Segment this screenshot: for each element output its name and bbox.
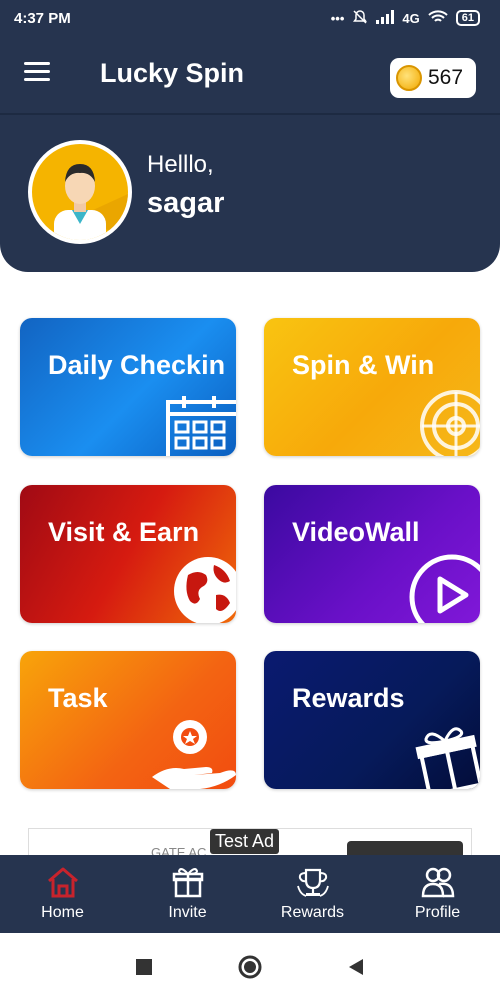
gift-icon <box>415 727 480 789</box>
card-label: Rewards <box>292 683 405 713</box>
card-videowall[interactable]: VideoWall <box>264 485 480 623</box>
nav-label: Home <box>41 904 84 921</box>
card-label: Daily Checkin <box>48 350 226 380</box>
app-title: Lucky Spin <box>100 58 245 88</box>
recents-icon[interactable] <box>135 958 153 976</box>
hand-badge-icon <box>152 720 236 789</box>
wheel-icon <box>420 390 480 456</box>
card-visit-earn[interactable]: Visit & Earn <box>20 485 236 623</box>
nav-label: Invite <box>168 904 207 921</box>
greeting: Helllo, <box>147 151 214 178</box>
status-time: 4:37 PM <box>14 9 71 27</box>
test-ad-badge: Test Ad <box>210 829 280 854</box>
play-icon <box>409 554 480 623</box>
status-bar: 4:37 PM ••• 4G 61 <box>0 0 500 36</box>
globe-icon <box>174 557 236 623</box>
nav-invite[interactable]: Invite <box>125 855 250 933</box>
nav-label: Rewards <box>280 904 345 921</box>
home-circle-icon[interactable] <box>237 954 263 980</box>
card-task[interactable]: Task <box>20 651 236 789</box>
card-rewards[interactable]: Rewards <box>264 651 480 789</box>
menu-icon[interactable] <box>24 62 52 84</box>
card-label: Task <box>48 683 108 713</box>
mute-bell-icon <box>352 9 368 28</box>
header: Lucky Spin 567 Helllo, sagar <box>0 36 500 272</box>
nav-home[interactable]: Home <box>0 855 125 933</box>
card-label: Spin & Win <box>292 350 435 380</box>
nav-profile[interactable]: Profile <box>375 855 500 933</box>
status-icons: ••• 4G 61 <box>331 9 480 28</box>
avatar[interactable] <box>28 140 132 244</box>
trophy-icon <box>296 868 329 897</box>
network-type: 4G <box>402 10 420 26</box>
nav-label: Profile <box>414 904 461 921</box>
card-label: Visit & Earn <box>48 517 200 547</box>
nav-rewards[interactable]: Rewards <box>250 855 375 933</box>
home-icon <box>47 867 78 898</box>
gift-icon <box>172 868 203 898</box>
username: sagar <box>147 187 225 219</box>
bottom-nav: Home Invite Rewards Profile <box>0 855 500 933</box>
header-divider <box>0 113 500 115</box>
wifi-icon <box>428 9 448 27</box>
more-dots-icon: ••• <box>330 10 345 26</box>
coin-icon <box>396 65 422 91</box>
users-icon <box>421 867 454 898</box>
coin-balance[interactable]: 567 <box>390 58 476 98</box>
signal-icon <box>376 9 395 27</box>
battery-icon: 61 <box>455 10 480 26</box>
card-daily-checkin[interactable]: Daily Checkin <box>20 318 236 456</box>
card-spin-win[interactable]: Spin & Win <box>264 318 480 456</box>
coin-value: 567 <box>428 66 464 89</box>
calendar-icon <box>166 396 236 456</box>
card-label: VideoWall <box>292 517 420 547</box>
system-nav-bar <box>0 933 500 1000</box>
back-icon[interactable] <box>347 958 365 976</box>
